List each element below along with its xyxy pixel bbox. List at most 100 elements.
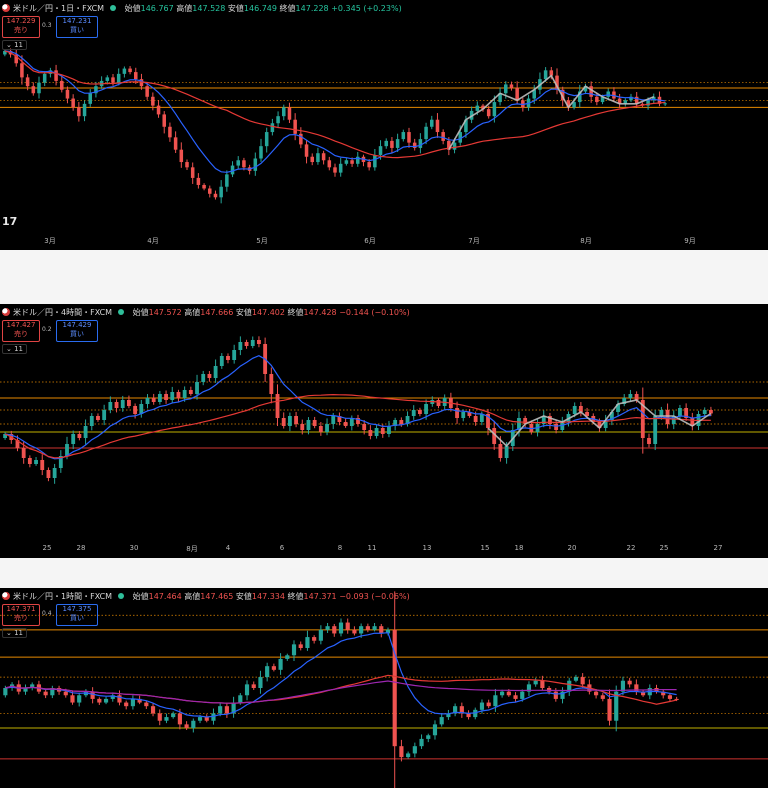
- chart-panel-daily[interactable]: 米ドル／円・1日・FXCM 始値146.767 高値147.528 安値146.…: [0, 0, 768, 250]
- candle-body: [275, 394, 280, 418]
- candle-body: [276, 116, 280, 124]
- candle-body: [42, 73, 47, 83]
- candle-body: [305, 637, 310, 648]
- candle-body: [486, 702, 491, 707]
- candle-body: [572, 406, 577, 414]
- candle-body: [647, 438, 651, 444]
- candle-body: [349, 418, 354, 426]
- indicator-toggle[interactable]: ⌄ 11: [2, 628, 28, 638]
- indicator-toggle[interactable]: ⌄ 11: [2, 40, 28, 50]
- candle-body: [202, 184, 206, 189]
- indicator-toggle[interactable]: ⌄ 11: [2, 344, 28, 354]
- candle-body: [306, 420, 311, 430]
- time-tick-label: 11: [367, 544, 377, 552]
- candle-body: [71, 98, 75, 108]
- candle-body: [318, 426, 323, 432]
- candle-body: [173, 137, 178, 150]
- candle-body: [265, 666, 270, 678]
- candle-body: [513, 695, 518, 699]
- candle-body: [195, 382, 199, 394]
- chart-panel-1h[interactable]: 米ドル／円・1時間・FXCM 始値147.464 高値147.465 安値147…: [0, 588, 768, 788]
- high-value: 147.465: [200, 592, 234, 601]
- candle-body: [176, 392, 181, 398]
- candle-body: [589, 86, 593, 97]
- candle-body: [395, 139, 400, 148]
- candle-body: [321, 153, 326, 161]
- candle-body: [678, 408, 682, 416]
- symbol-header: 米ドル／円・4時間・FXCM 始値147.572 高値147.666 安値147…: [2, 307, 410, 318]
- time-tick-label: 6: [279, 544, 285, 552]
- candle-body: [127, 400, 131, 406]
- candle-body: [114, 402, 119, 408]
- sell-button[interactable]: 147.427 売り: [2, 320, 40, 342]
- time-tick-label: 7月: [468, 237, 480, 245]
- time-tick-label: 25: [42, 544, 52, 552]
- candlestick-plot-daily[interactable]: [0, 0, 768, 250]
- time-tick-label: 18: [514, 544, 524, 552]
- candle-body: [506, 691, 511, 696]
- candle-body: [162, 114, 166, 127]
- market-open-dot-icon: [110, 5, 117, 11]
- buy-label: 買い: [70, 26, 84, 34]
- candle-body: [145, 398, 150, 404]
- open-value: 147.572: [148, 308, 182, 317]
- candle-body: [379, 626, 384, 634]
- candlestick-plot-1h[interactable]: [0, 588, 768, 788]
- candle-body: [190, 167, 195, 178]
- buy-button[interactable]: 147.375 買い: [56, 604, 98, 626]
- candle-body: [188, 390, 193, 394]
- candle-body: [213, 366, 218, 378]
- buy-button[interactable]: 147.231 買い: [56, 16, 98, 38]
- candle-body: [540, 680, 545, 688]
- candle-body: [70, 695, 75, 703]
- candle-body: [554, 424, 559, 430]
- time-tick-label: 30: [129, 544, 139, 552]
- candle-body: [238, 342, 243, 350]
- candle-body: [318, 629, 323, 641]
- candle-body: [63, 691, 68, 696]
- change-value: −0.093 (−0.06%): [339, 592, 410, 601]
- candle-body: [157, 713, 162, 721]
- time-tick-label: 4月: [147, 237, 159, 245]
- buy-button[interactable]: 147.429 買い: [56, 320, 98, 342]
- candle-body: [390, 140, 394, 148]
- candle-body: [412, 746, 417, 754]
- candle-body: [281, 418, 286, 426]
- candle-body: [452, 142, 457, 150]
- chart-panel-4h[interactable]: 米ドル／円・4時間・FXCM 始値147.572 高値147.666 安値147…: [0, 304, 768, 558]
- candle-body: [486, 109, 491, 117]
- candle-body: [77, 695, 82, 703]
- sell-button[interactable]: 147.229 売り: [2, 16, 40, 38]
- candle-body: [665, 410, 670, 424]
- candle-body: [287, 416, 292, 426]
- candle-body: [479, 702, 485, 710]
- buy-price: 147.375: [62, 605, 92, 613]
- candle-body: [218, 706, 223, 714]
- candle-body: [406, 753, 411, 758]
- sell-button[interactable]: 147.371 売り: [2, 604, 40, 626]
- candle-body: [473, 416, 478, 422]
- candle-body: [331, 416, 336, 424]
- candle-body: [208, 188, 212, 194]
- candle-body: [250, 340, 255, 346]
- high-label: 高値: [184, 308, 201, 317]
- change-value: +0.345 (+0.23%): [331, 4, 402, 13]
- candle-body: [300, 424, 305, 430]
- candle-body: [197, 717, 203, 721]
- close-label: 終値: [287, 592, 304, 601]
- candle-body: [54, 70, 58, 81]
- candle-body: [426, 735, 431, 739]
- candle-body: [411, 410, 416, 416]
- candle-body: [350, 160, 354, 164]
- candle-body: [580, 677, 585, 685]
- candlestick-plot-4h[interactable]: [0, 304, 768, 558]
- candle-body: [60, 80, 64, 90]
- candle-body: [40, 460, 45, 470]
- candle-body: [83, 426, 88, 438]
- candle-body: [387, 426, 391, 434]
- spread-value: 0.2: [42, 326, 52, 333]
- candle-body: [359, 626, 364, 634]
- ma-fast-line: [5, 631, 677, 718]
- spread-value: 0.4: [42, 610, 52, 617]
- candle-body: [171, 713, 176, 718]
